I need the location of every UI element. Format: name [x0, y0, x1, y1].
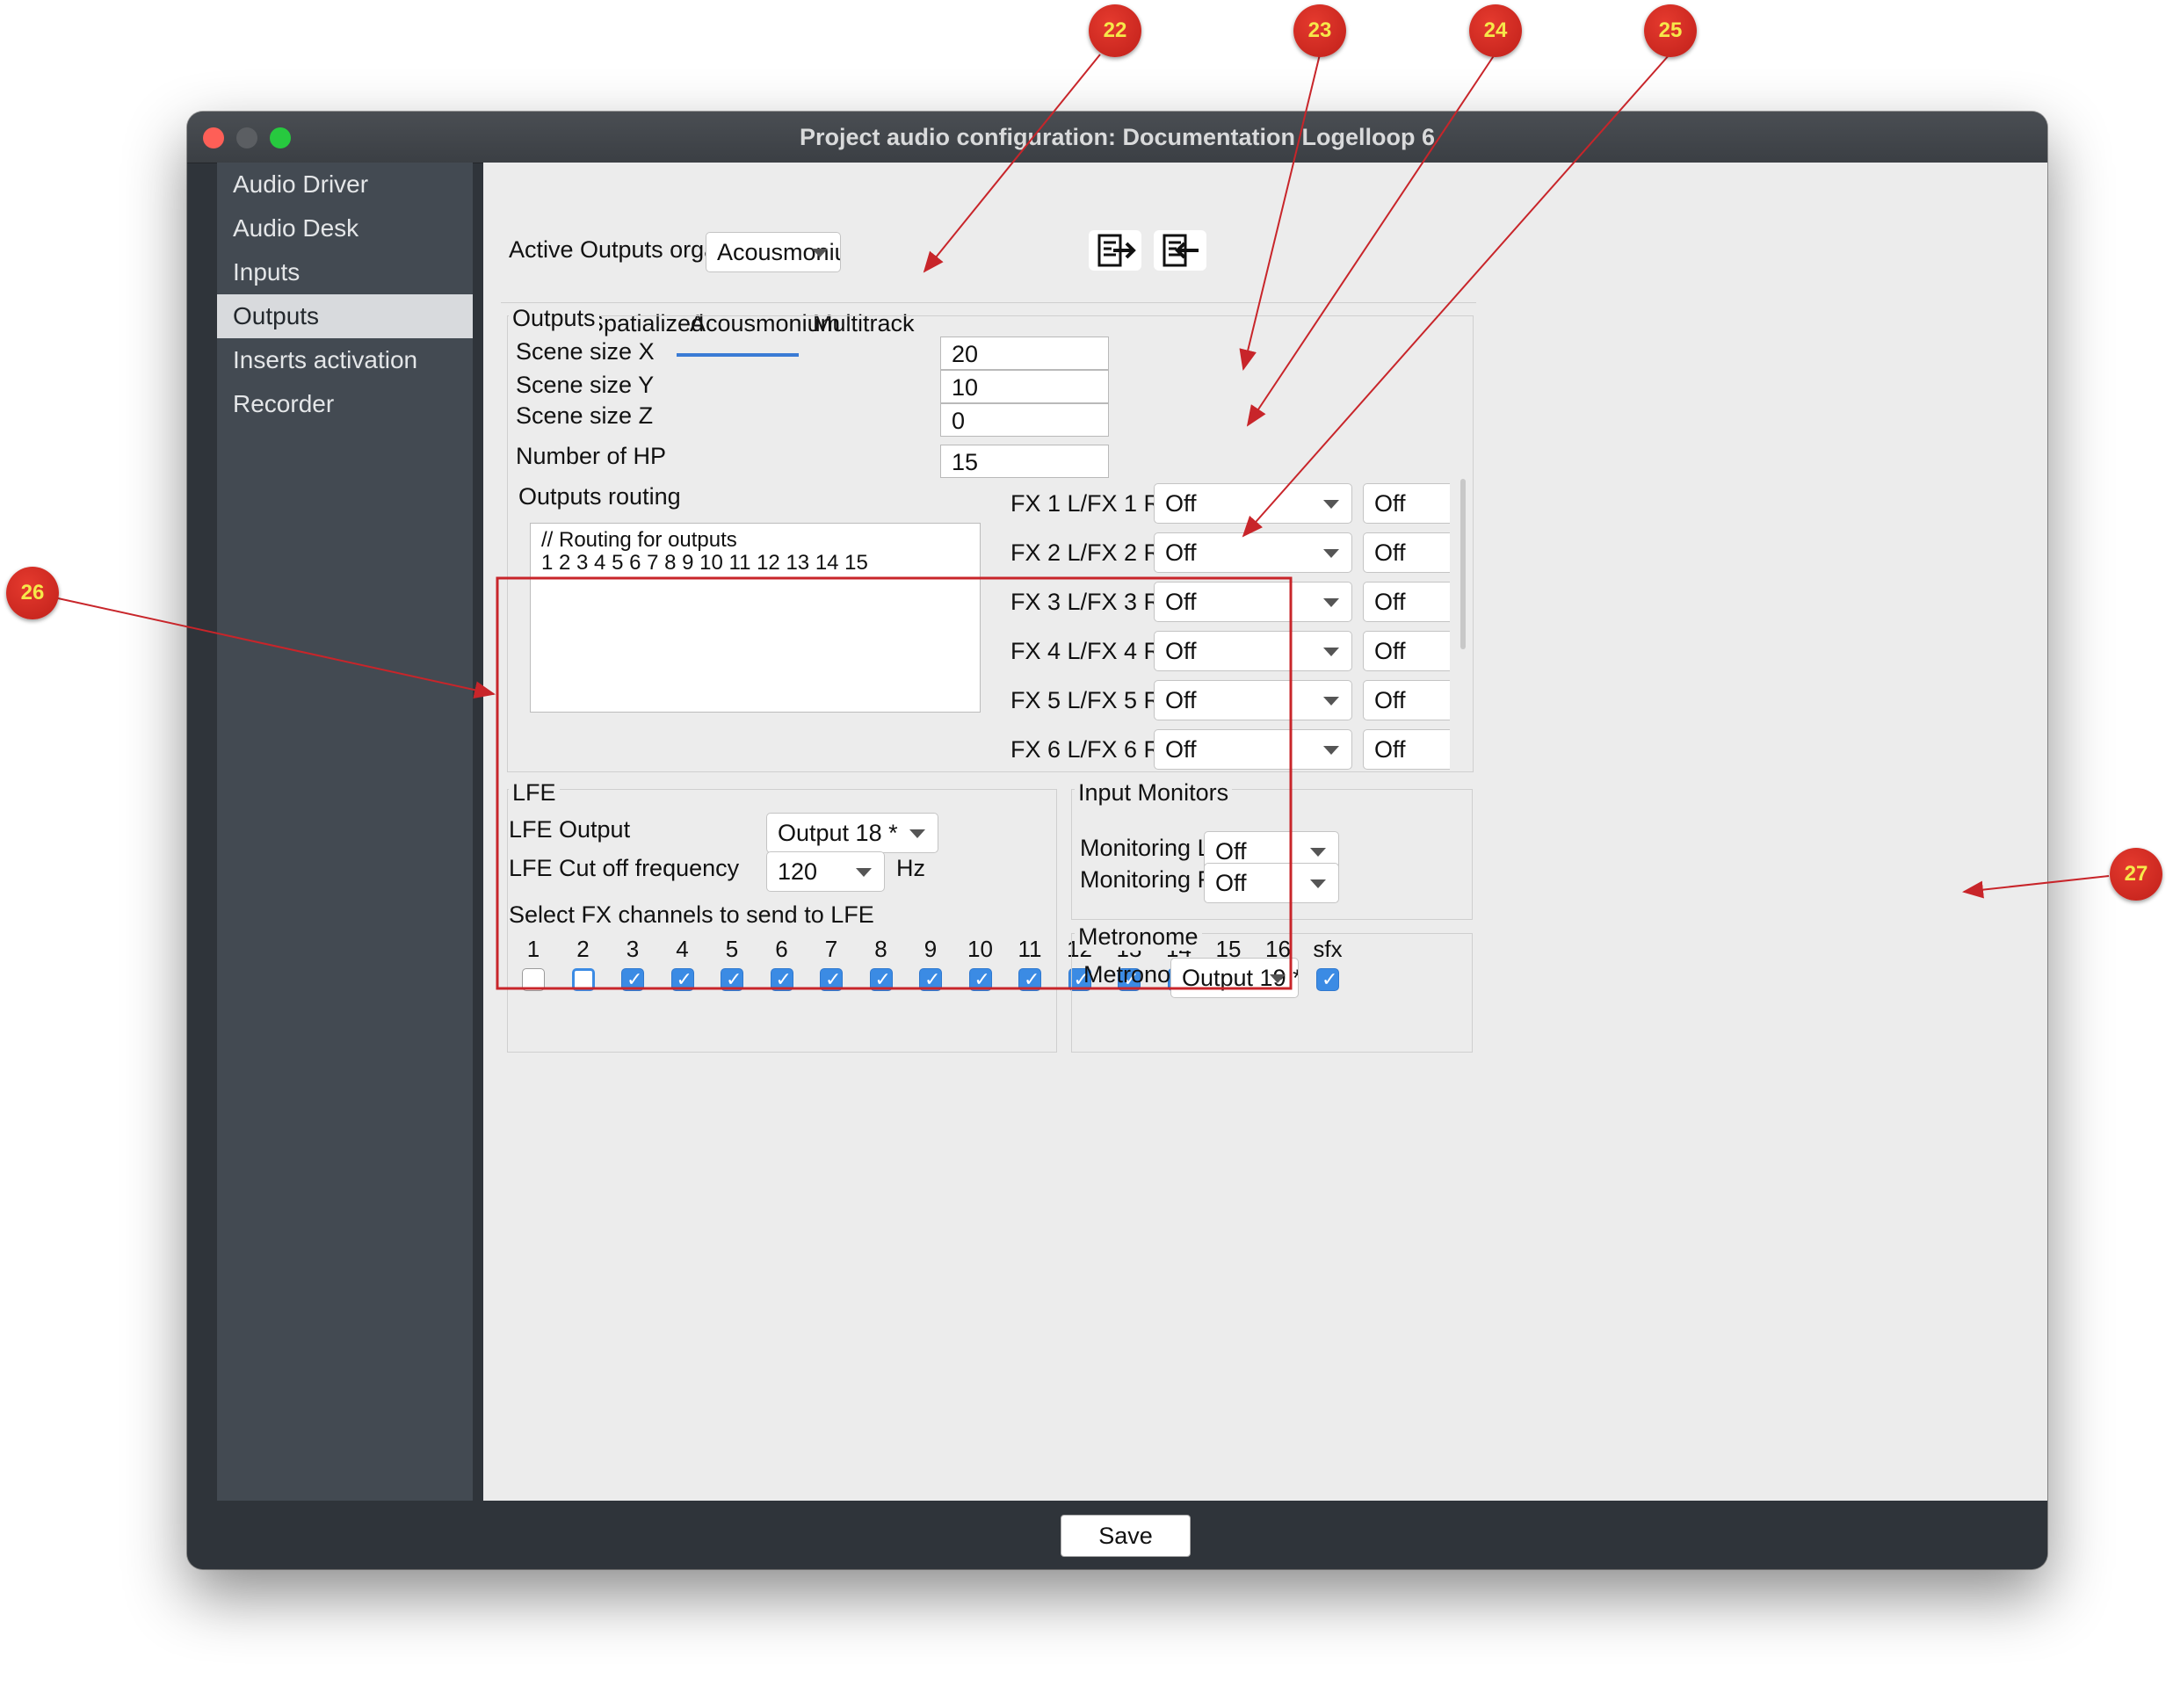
routing-highlight-box [496, 576, 1293, 990]
arrow-25 [1242, 54, 1670, 538]
arrow-22 [923, 54, 1101, 273]
callout-26: 26 [6, 567, 59, 619]
callout-25: 25 [1644, 4, 1697, 57]
arrow-26 [57, 597, 496, 699]
arrow-23 [1239, 54, 1321, 371]
arrow-24 [1246, 54, 1496, 427]
callout-27: 27 [2110, 848, 2162, 901]
callout-24: 24 [1469, 4, 1522, 57]
callout-22: 22 [1089, 4, 1141, 57]
annotation-overlay [57, 54, 2110, 990]
callout-23: 23 [1293, 4, 1346, 57]
arrow-27 [1962, 875, 2110, 899]
